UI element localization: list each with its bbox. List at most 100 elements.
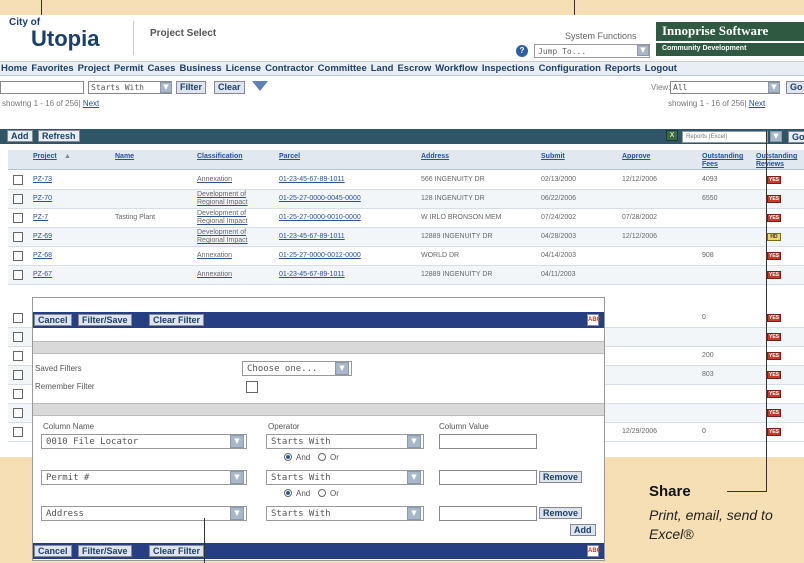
or-radio[interactable] (318, 489, 326, 497)
row-checkbox[interactable] (13, 351, 23, 361)
menu-item-home[interactable]: Home (1, 63, 27, 74)
refresh-button[interactable]: Refresh (38, 130, 80, 142)
review-status-icon[interactable]: YES (767, 409, 781, 417)
menu-item-committee[interactable]: Committee (318, 63, 367, 74)
chevron-down-icon[interactable]: ▼ (637, 45, 649, 56)
jump-to-select[interactable]: Jump To... (534, 44, 650, 58)
review-status-icon[interactable]: YES (767, 252, 781, 260)
report-go-button[interactable]: Go (788, 131, 804, 143)
parcel-link[interactable]: 01-23-45-67-89-1011 (279, 271, 345, 279)
chevron-down-icon[interactable]: ▼ (160, 82, 172, 93)
menu-item-reports[interactable]: Reports (605, 63, 641, 74)
classification-link[interactable]: Annexation (197, 271, 232, 279)
filter-save-button[interactable]: Filter/Save (78, 314, 132, 326)
project-link[interactable]: PZ-68 (33, 252, 52, 260)
column-value-input[interactable] (439, 470, 537, 485)
clear-button[interactable]: Clear (214, 81, 245, 94)
cancel-button[interactable]: Cancel (34, 545, 72, 557)
classification-link[interactable]: Annexation (197, 252, 232, 260)
parcel-link[interactable]: 01-25-27-0000-0012-0000 (279, 252, 361, 260)
menu-item-configuration[interactable]: Configuration (539, 63, 601, 74)
chevron-down-icon[interactable]: ▼ (407, 435, 421, 448)
chevron-down-icon[interactable]: ▼ (407, 471, 421, 484)
cancel-button[interactable]: Cancel (34, 314, 72, 326)
classification-link[interactable]: Annexation (197, 176, 232, 184)
column-value-input[interactable] (439, 506, 537, 521)
review-status-icon[interactable]: YES (767, 390, 781, 398)
chevron-down-icon[interactable]: ▼ (335, 362, 349, 375)
menu-item-logout[interactable]: Logout (645, 63, 677, 74)
classification-link[interactable]: Development of Regional Impact (197, 229, 248, 245)
column-header-name[interactable]: Name (115, 153, 134, 161)
spellcheck-icon[interactable]: ABC (587, 545, 601, 557)
table-row[interactable]: PZ-7 Tasting Plant Development of Regional … (8, 209, 804, 228)
menu-item-favorites[interactable]: Favorites (31, 63, 73, 74)
help-icon[interactable]: ? (516, 45, 528, 57)
view-select[interactable]: All (670, 81, 780, 94)
menu-item-escrow[interactable]: Escrow (397, 63, 431, 74)
review-status-icon[interactable]: YES (767, 214, 781, 222)
row-checkbox[interactable] (13, 389, 23, 399)
table-row[interactable]: PZ-73 Annexation 01-23-45-67-89-1011 566 IN… (8, 171, 804, 190)
column-name-select[interactable]: Permit # (41, 470, 247, 485)
review-status-icon[interactable]: YES (767, 271, 781, 279)
row-checkbox[interactable] (13, 213, 23, 223)
or-radio[interactable] (318, 453, 326, 461)
table-row[interactable]: PZ-69 Development of Regional Impact 01-23-… (8, 228, 804, 247)
next-link[interactable]: Next (749, 99, 765, 108)
next-link[interactable]: Next (83, 99, 99, 108)
menu-item-land[interactable]: Land (371, 63, 394, 74)
menu-item-cases[interactable]: Cases (147, 63, 175, 74)
remove-condition-button[interactable]: Remove (539, 507, 583, 519)
row-checkbox[interactable] (13, 427, 23, 437)
column-header-submit[interactable]: Submit (541, 153, 565, 161)
review-status-icon[interactable]: YES (767, 352, 781, 360)
chevron-down-icon[interactable]: ▼ (230, 471, 244, 484)
clear-filter-button[interactable]: Clear Filter (149, 314, 205, 326)
remember-filter-checkbox[interactable] (246, 381, 258, 393)
operator-select[interactable]: Starts With (266, 434, 424, 449)
chevron-down-icon[interactable]: ▼ (770, 131, 782, 142)
excel-icon[interactable]: X (666, 130, 678, 141)
row-checkbox[interactable] (13, 370, 23, 380)
project-link[interactable]: PZ-69 (33, 233, 52, 241)
classification-link[interactable]: Development of Regional Impact (197, 210, 248, 226)
row-checkbox[interactable] (13, 313, 23, 323)
menu-item-permit[interactable]: Permit (114, 63, 144, 74)
funnel-icon[interactable] (252, 81, 268, 91)
column-name-select[interactable]: Address (41, 506, 247, 521)
table-row[interactable]: PZ-67 Annexation 01-23-45-67-89-1011 12889 … (8, 266, 804, 285)
filter-button[interactable]: Filter (176, 81, 207, 94)
chevron-down-icon[interactable]: ▼ (407, 507, 421, 520)
column-name-select[interactable]: 0010 File Locator (41, 434, 247, 449)
column-value-input[interactable] (439, 434, 537, 449)
column-header-address[interactable]: Address (421, 153, 449, 161)
review-status-icon[interactable]: YES (767, 314, 781, 322)
column-header-outstanding-fees[interactable]: Outstanding Fees (702, 153, 750, 169)
column-header-classification[interactable]: Classification (197, 153, 243, 161)
parcel-link[interactable]: 01-23-45-67-89-1011 (279, 233, 345, 241)
row-checkbox[interactable] (13, 408, 23, 418)
column-header-parcel[interactable]: Parcel (279, 153, 300, 161)
quick-filter-input[interactable] (0, 81, 84, 94)
review-status-icon[interactable]: YES (767, 195, 781, 203)
parcel-link[interactable]: 01-25-27-0000-0010-0000 (279, 214, 361, 222)
menu-item-business[interactable]: Business (179, 63, 221, 74)
chevron-down-icon[interactable]: ▼ (230, 507, 244, 520)
row-checkbox[interactable] (13, 232, 23, 242)
project-link[interactable]: PZ-7 (33, 214, 48, 222)
column-header-project[interactable]: Project (33, 153, 57, 161)
chevron-down-icon[interactable]: ▼ (230, 435, 244, 448)
spellcheck-icon[interactable]: ABC (587, 314, 601, 326)
review-status-icon[interactable]: YES (767, 176, 781, 184)
operator-select[interactable]: Starts With (266, 506, 424, 521)
row-checkbox[interactable] (13, 251, 23, 261)
column-header-outstanding-reviews[interactable]: Outstanding Reviews (756, 153, 804, 169)
remove-condition-button[interactable]: Remove (539, 471, 583, 483)
menu-item-workflow[interactable]: Workflow (435, 63, 478, 74)
menu-item-contractor[interactable]: Contractor (265, 63, 314, 74)
add-button[interactable]: Add (7, 130, 33, 142)
table-row[interactable]: PZ-70 Development of Regional Impact 01-25-… (8, 190, 804, 209)
filter-save-button[interactable]: Filter/Save (78, 545, 132, 557)
parcel-link[interactable]: 01-23-45-67-89-1011 (279, 176, 345, 184)
